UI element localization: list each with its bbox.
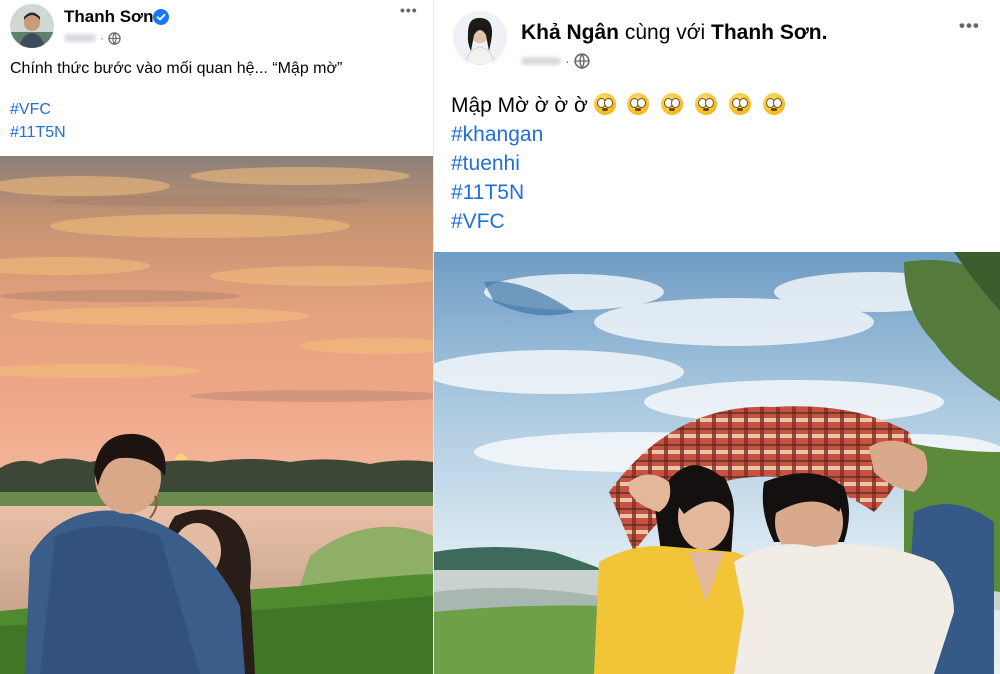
dot-separator: ·	[565, 53, 570, 69]
hashtag-link[interactable]: #11T5N	[451, 181, 524, 205]
author-name[interactable]: Thanh Sơn	[64, 7, 154, 27]
post-caption: Mập Mờ ờ ờ ờ	[451, 94, 588, 117]
globe-icon[interactable]	[574, 53, 590, 70]
flushed-face-emoji	[627, 93, 650, 115]
author-name-line: Khả Ngân cùng với Thanh Sơn.	[521, 21, 827, 45]
flushed-face-emoji	[762, 93, 785, 115]
hashtag-link[interactable]: #VFC	[451, 210, 505, 234]
more-options-icon[interactable]: •••	[959, 16, 980, 36]
author-name[interactable]: Khả Ngân	[521, 21, 619, 44]
verified-badge-icon	[153, 9, 169, 25]
hashtag-link[interactable]: #VFC	[10, 101, 51, 119]
flushed-face-emoji	[593, 93, 616, 115]
author-avatar[interactable]	[10, 4, 54, 48]
flushed-face-emoji	[695, 93, 718, 115]
post-caption-line: Mập Mờ ờ ờ ờ	[451, 93, 791, 118]
flushed-face-emoji	[729, 93, 751, 115]
with-text: cùng với	[624, 21, 706, 44]
author-avatar[interactable]	[453, 11, 507, 65]
hashtag-link[interactable]: #khangan	[451, 123, 543, 147]
timestamp-blurred[interactable]	[521, 57, 561, 65]
post-caption: Chính thức bước vào mối quan hệ... “Mập …	[10, 60, 343, 77]
globe-icon[interactable]	[108, 31, 121, 45]
post-meta: ·	[521, 53, 590, 70]
more-options-icon[interactable]: •••	[400, 2, 418, 18]
timestamp-blurred[interactable]	[64, 34, 96, 42]
hashtag-link[interactable]: #11T5N	[10, 124, 66, 142]
dot-separator: ·	[100, 31, 104, 45]
post-kha-ngan: Khả Ngân cùng với Thanh Sơn. · ••• Mập M…	[433, 0, 1000, 674]
post-photo[interactable]	[0, 156, 433, 674]
post-thanh-son: Thanh Sơn · ••• Chính thức bước vào mối …	[0, 0, 433, 674]
post-photo[interactable]	[434, 252, 1000, 674]
tagged-name[interactable]: Thanh Sơn.	[711, 21, 827, 44]
emoji-row	[593, 93, 791, 117]
hashtag-link[interactable]: #tuenhi	[451, 152, 520, 176]
post-meta: ·	[64, 31, 121, 45]
flushed-face-emoji	[661, 93, 684, 115]
